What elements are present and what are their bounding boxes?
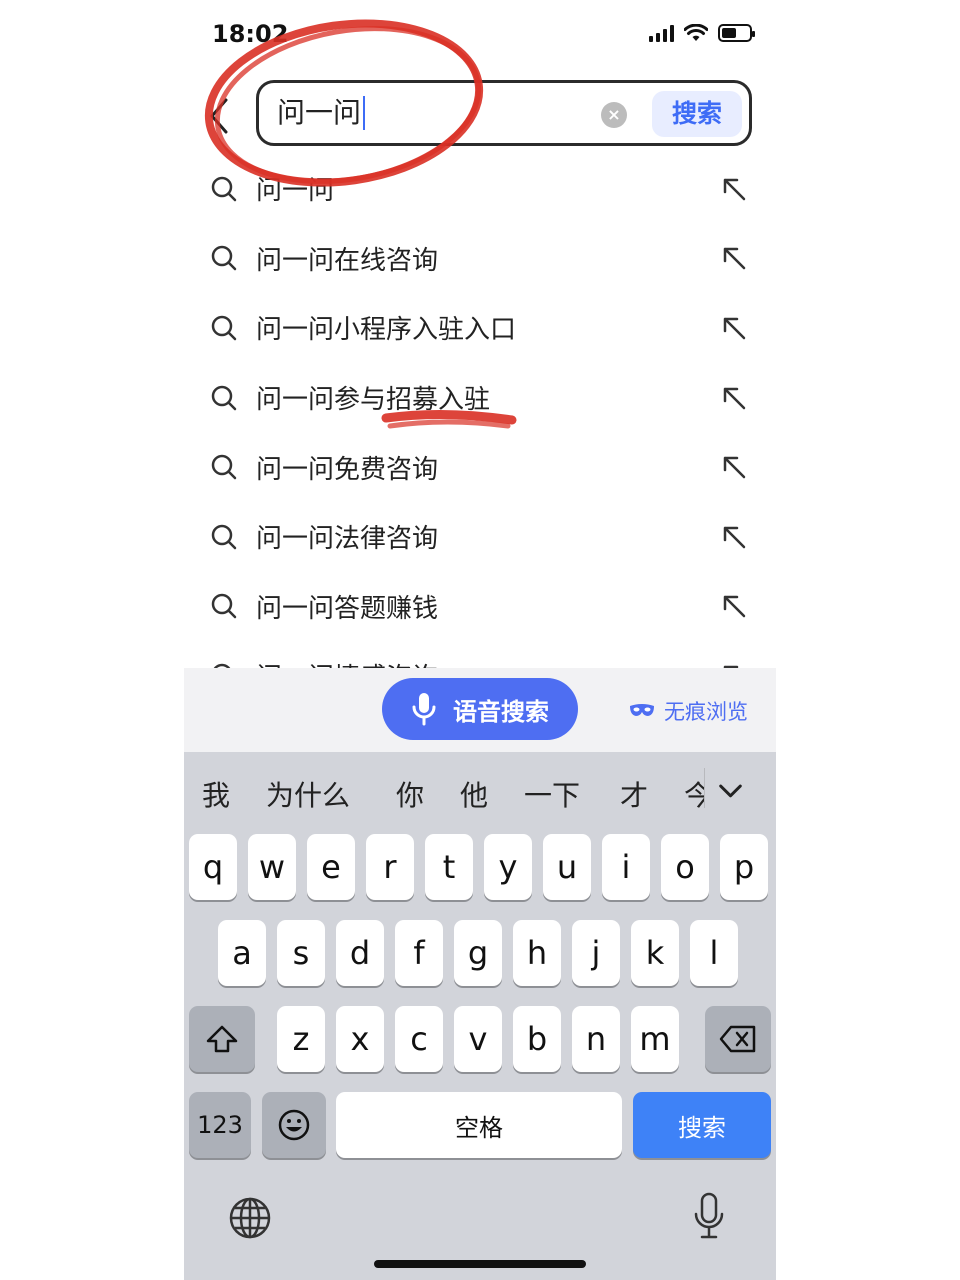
suggestion-text: 问一问答题赚钱	[256, 593, 439, 624]
dictation-microphone-icon[interactable]	[692, 1192, 726, 1242]
suggestion-list: 问一问问一问在线咨询问一问小程序入驻入口 问一问参与招募入驻 问一问免费咨询 问一问法…	[184, 154, 776, 711]
key-d[interactable]: d	[336, 920, 384, 986]
fill-arrow-icon[interactable]	[720, 314, 748, 342]
search-query-text: 问一问	[277, 96, 362, 129]
keyboard: 我为什么 你他一下才今 q w e r t y u i o p a s d f g h j k l z x c v b n m 123…	[184, 752, 776, 1280]
keyboard-toolbar: 语音搜索 无痕浏览	[184, 668, 776, 752]
fill-arrow-icon[interactable]	[720, 523, 748, 551]
search-button[interactable]: 搜索	[652, 91, 742, 137]
space-key[interactable]: 空格	[336, 1092, 622, 1158]
candidate-bar: 我为什么 你他一下才今	[184, 752, 776, 830]
key-v[interactable]: v	[454, 1006, 502, 1072]
voice-search-label: 语音搜索	[453, 697, 549, 726]
suggestion-text: 问一问参与招募入驻	[256, 385, 491, 416]
key-n[interactable]: n	[572, 1006, 620, 1072]
home-indicator	[374, 1260, 586, 1268]
suggestion-text: 问一问小程序入驻入口	[256, 315, 517, 346]
candidate-word[interactable]: 今	[684, 774, 704, 814]
key-f[interactable]: f	[395, 920, 443, 986]
suggestion-text: 问一问法律咨询	[256, 524, 439, 555]
key-o[interactable]: o	[661, 834, 709, 900]
key-r[interactable]: r	[366, 834, 414, 900]
globe-icon[interactable]	[228, 1196, 272, 1240]
clear-x-icon[interactable]: ×	[601, 102, 627, 128]
key-x[interactable]: x	[336, 1006, 384, 1072]
chevron-down-icon[interactable]	[704, 768, 756, 808]
candidate-word[interactable]: 为什么	[266, 774, 350, 814]
phone-screen: 18:02 问一问 × 搜索 问一问问一问在线咨询问一问小程序入驻入口 问一问参与…	[184, 0, 776, 1280]
key-t[interactable]: t	[425, 834, 473, 900]
key-y[interactable]: y	[484, 834, 532, 900]
key-z[interactable]: z	[277, 1006, 325, 1072]
suggestion-item[interactable]: 问一问法律咨询	[184, 502, 776, 572]
status-time: 18:02	[212, 20, 289, 48]
candidate-word[interactable]: 一下	[524, 774, 580, 814]
search-icon	[211, 385, 237, 410]
key-c[interactable]: c	[395, 1006, 443, 1072]
suggestion-text: 问一问免费咨询	[256, 454, 439, 485]
key-a[interactable]: a	[218, 920, 266, 986]
voice-search-button[interactable]: 语音搜索	[382, 678, 578, 740]
key-s[interactable]: s	[277, 920, 325, 986]
search-icon	[211, 454, 237, 480]
key-k[interactable]: k	[631, 920, 679, 986]
battery-icon	[718, 24, 755, 42]
key-h[interactable]: h	[513, 920, 561, 986]
fill-arrow-icon[interactable]	[720, 592, 748, 620]
backspace-key[interactable]	[705, 1006, 771, 1072]
wifi-icon	[684, 24, 708, 41]
fill-arrow-icon[interactable]	[720, 384, 748, 412]
suggestion-item[interactable]: 问一问答题赚钱	[184, 572, 776, 642]
incognito-button[interactable]: 无痕浏览	[628, 696, 748, 726]
key-w[interactable]: w	[248, 834, 296, 900]
suggestion-text: 问一问在线咨询	[256, 245, 439, 276]
key-i[interactable]: i	[602, 834, 650, 900]
microphone-icon	[412, 693, 436, 726]
key-j[interactable]: j	[572, 920, 620, 986]
key-l[interactable]: l	[690, 920, 738, 986]
numbers-key[interactable]: 123	[189, 1092, 251, 1158]
text-caret	[363, 96, 366, 130]
fill-arrow-icon[interactable]	[720, 175, 748, 203]
key-m[interactable]: m	[631, 1006, 679, 1072]
chevron-left-icon[interactable]	[204, 96, 234, 136]
fill-arrow-icon[interactable]	[720, 244, 748, 272]
candidate-word[interactable]: 他	[460, 774, 488, 814]
candidate-word[interactable]: 才	[620, 774, 648, 814]
key-p[interactable]: p	[720, 834, 768, 900]
incognito-label: 无痕浏览	[664, 700, 748, 724]
cellular-signal-icon	[649, 24, 674, 42]
shift-key[interactable]	[189, 1006, 255, 1072]
shift-icon	[206, 1025, 238, 1053]
search-icon	[211, 524, 237, 550]
key-q[interactable]: q	[189, 834, 237, 900]
suggestion-item[interactable]: 问一问免费咨询	[184, 432, 776, 502]
emoji-icon	[278, 1109, 310, 1141]
suggestion-item[interactable]: 问一问小程序入驻入口	[184, 293, 776, 363]
status-icons	[649, 24, 755, 42]
fill-arrow-icon[interactable]	[720, 453, 748, 481]
search-input[interactable]: 问一问	[277, 93, 366, 133]
search-icon	[211, 594, 237, 619]
suggestion-item[interactable]: 问一问在线咨询	[184, 224, 776, 294]
key-e[interactable]: e	[307, 834, 355, 900]
search-icon	[211, 315, 237, 341]
search-icon	[211, 176, 237, 202]
search-box[interactable]: 问一问 × 搜索	[256, 80, 752, 146]
search-enter-key[interactable]: 搜索	[633, 1092, 771, 1158]
search-icon	[211, 246, 237, 271]
key-u[interactable]: u	[543, 834, 591, 900]
key-b[interactable]: b	[513, 1006, 561, 1072]
candidate-word[interactable]: 你	[396, 774, 424, 814]
suggestion-item[interactable]: 问一问参与招募入驻	[184, 363, 776, 433]
backspace-icon	[719, 1025, 756, 1053]
suggestion-text: 问一问	[256, 176, 335, 207]
emoji-key[interactable]	[262, 1092, 326, 1158]
candidate-word[interactable]: 我	[202, 774, 230, 814]
mask-icon	[630, 704, 654, 716]
suggestion-item[interactable]: 问一问	[184, 154, 776, 224]
key-g[interactable]: g	[454, 920, 502, 986]
